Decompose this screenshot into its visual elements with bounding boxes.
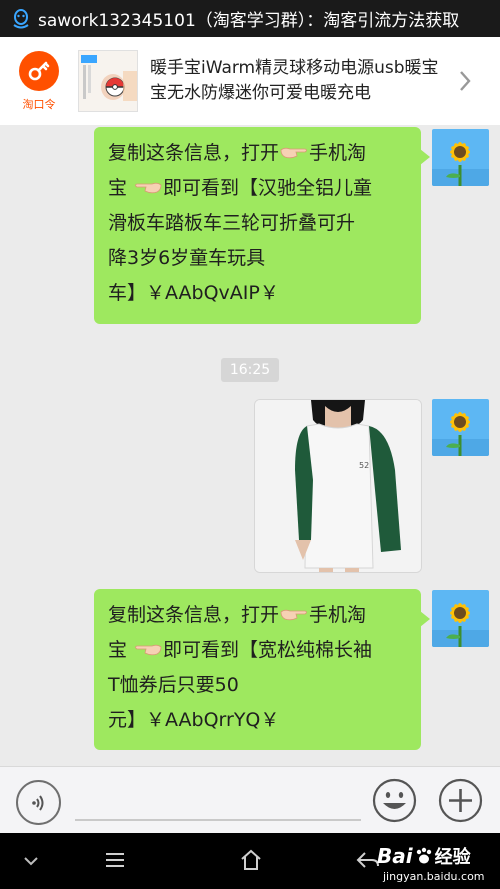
chevron-right-icon[interactable] (458, 69, 472, 93)
message-text: 车】￥AAbQvAIP￥ (108, 282, 279, 304)
menu-icon[interactable] (104, 851, 126, 869)
message-text: 即可看到【汉驰全铝儿童 (163, 177, 373, 199)
pointing-hand-icon (280, 147, 307, 159)
sunflower-avatar[interactable] (432, 590, 489, 647)
chevron-down-icon[interactable] (22, 855, 40, 867)
input-bar (0, 766, 500, 833)
home-icon[interactable] (239, 848, 263, 872)
message-text: 手机淘 (309, 604, 367, 626)
message-text: 降3岁6岁童车玩具 (108, 247, 266, 269)
key-icon (28, 61, 50, 80)
product-title: 暖手宝iWarm精灵球移动电源usb暖宝宝无水防爆迷你可爱电暖充电 (150, 58, 439, 103)
message-text: 元】￥AAbQrrYQ￥ (108, 709, 280, 731)
message-input[interactable] (75, 819, 361, 821)
baidu-watermark: Bai 经验 jingyan.baidu.com (377, 844, 497, 886)
taokouling-label: 淘口令 (22, 97, 56, 111)
watermark-brand: Bai (377, 844, 413, 868)
message-text: 手机淘 (309, 142, 367, 164)
svg-text:52: 52 (359, 461, 369, 470)
plus-icon[interactable] (438, 778, 483, 823)
pointing-hand-icon (135, 644, 162, 656)
pointing-hand-icon (280, 609, 307, 621)
message-text: T恤券后只要50 (108, 674, 239, 696)
voice-button[interactable] (16, 780, 61, 825)
message-text: 即可看到【宽松纯棉长袖 (163, 639, 373, 661)
chat-area[interactable]: 复制这条信息，打开 手机淘 宝 即可看到【汉驰全铝儿童 滑板车踏板车三轮可折叠可升… (0, 125, 500, 766)
message-text: 复制这条信息，打开 (108, 142, 280, 164)
watermark-suffix: 经验 (434, 847, 471, 868)
message-text: 滑板车踏板车三轮可折叠可升 (108, 212, 356, 234)
message-bubble[interactable]: 复制这条信息，打开 手机淘 宝 即可看到【汉驰全铝儿童 滑板车踏板车三轮可折叠可升… (94, 127, 430, 324)
taokouling-logo: 淘口令 (0, 50, 78, 112)
image-message[interactable]: 52 (254, 399, 422, 573)
message-bubble[interactable]: 复制这条信息，打开 手机淘 宝 即可看到【宽松纯棉长袖 T恤券后只要50 元】￥A… (94, 589, 430, 750)
message-text: 宝 (108, 177, 134, 199)
time-label: 16:25 (221, 358, 279, 382)
paw-icon (416, 847, 431, 864)
sunflower-avatar[interactable] (432, 129, 489, 186)
message-text: 宝 (108, 639, 134, 661)
voice-icon (31, 794, 43, 811)
taokouling-banner[interactable]: 淘口令 暖手宝iWarm精灵球移动电源usb暖宝宝无水防爆迷你可爱电暖充电 (0, 37, 500, 125)
product-thumbnail[interactable] (78, 50, 138, 112)
notification-bar[interactable]: sawork132345101（淘客学习群）：淘客引流方法获取 (0, 0, 500, 37)
message-text: 复制这条信息，打开 (108, 604, 280, 626)
watermark-url: jingyan.baidu.com (383, 870, 485, 883)
pointing-hand-icon (135, 182, 162, 194)
smiley-icon[interactable] (372, 778, 417, 823)
notification-text: sawork132345101（淘客学习群）：淘客引流方法获取 (38, 11, 460, 31)
sunflower-avatar[interactable] (432, 399, 489, 456)
qq-icon (13, 8, 29, 28)
